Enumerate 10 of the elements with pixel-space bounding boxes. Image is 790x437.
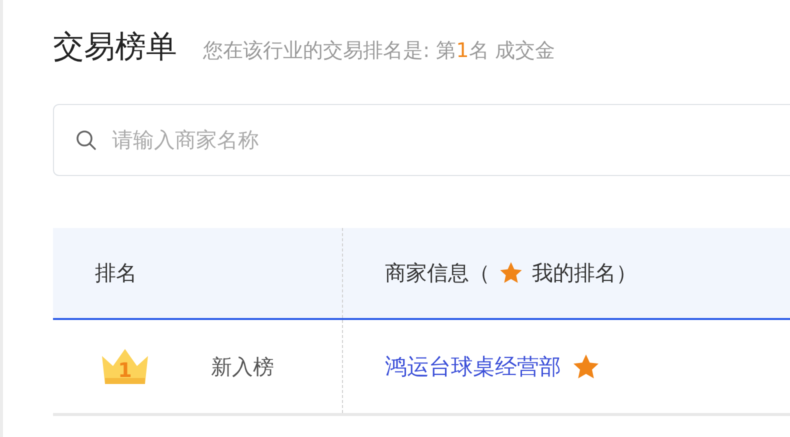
- column-header: 商家信息（: [385, 260, 490, 287]
- search-field[interactable]: 请输入商家名称: [53, 104, 790, 176]
- column-header: 我的排名）: [532, 260, 637, 287]
- merchant-link[interactable]: 鸿运台球桌经营部: [385, 352, 561, 382]
- search-icon: [75, 129, 97, 151]
- page-title: 交易榜单: [53, 28, 177, 67]
- ranking-summary: 您在该行业的交易排名是: 第1名 成交金: [203, 37, 556, 64]
- star-icon: [498, 260, 524, 286]
- column-header: 排名: [95, 260, 137, 287]
- rank-status: 新入榜: [211, 354, 274, 380]
